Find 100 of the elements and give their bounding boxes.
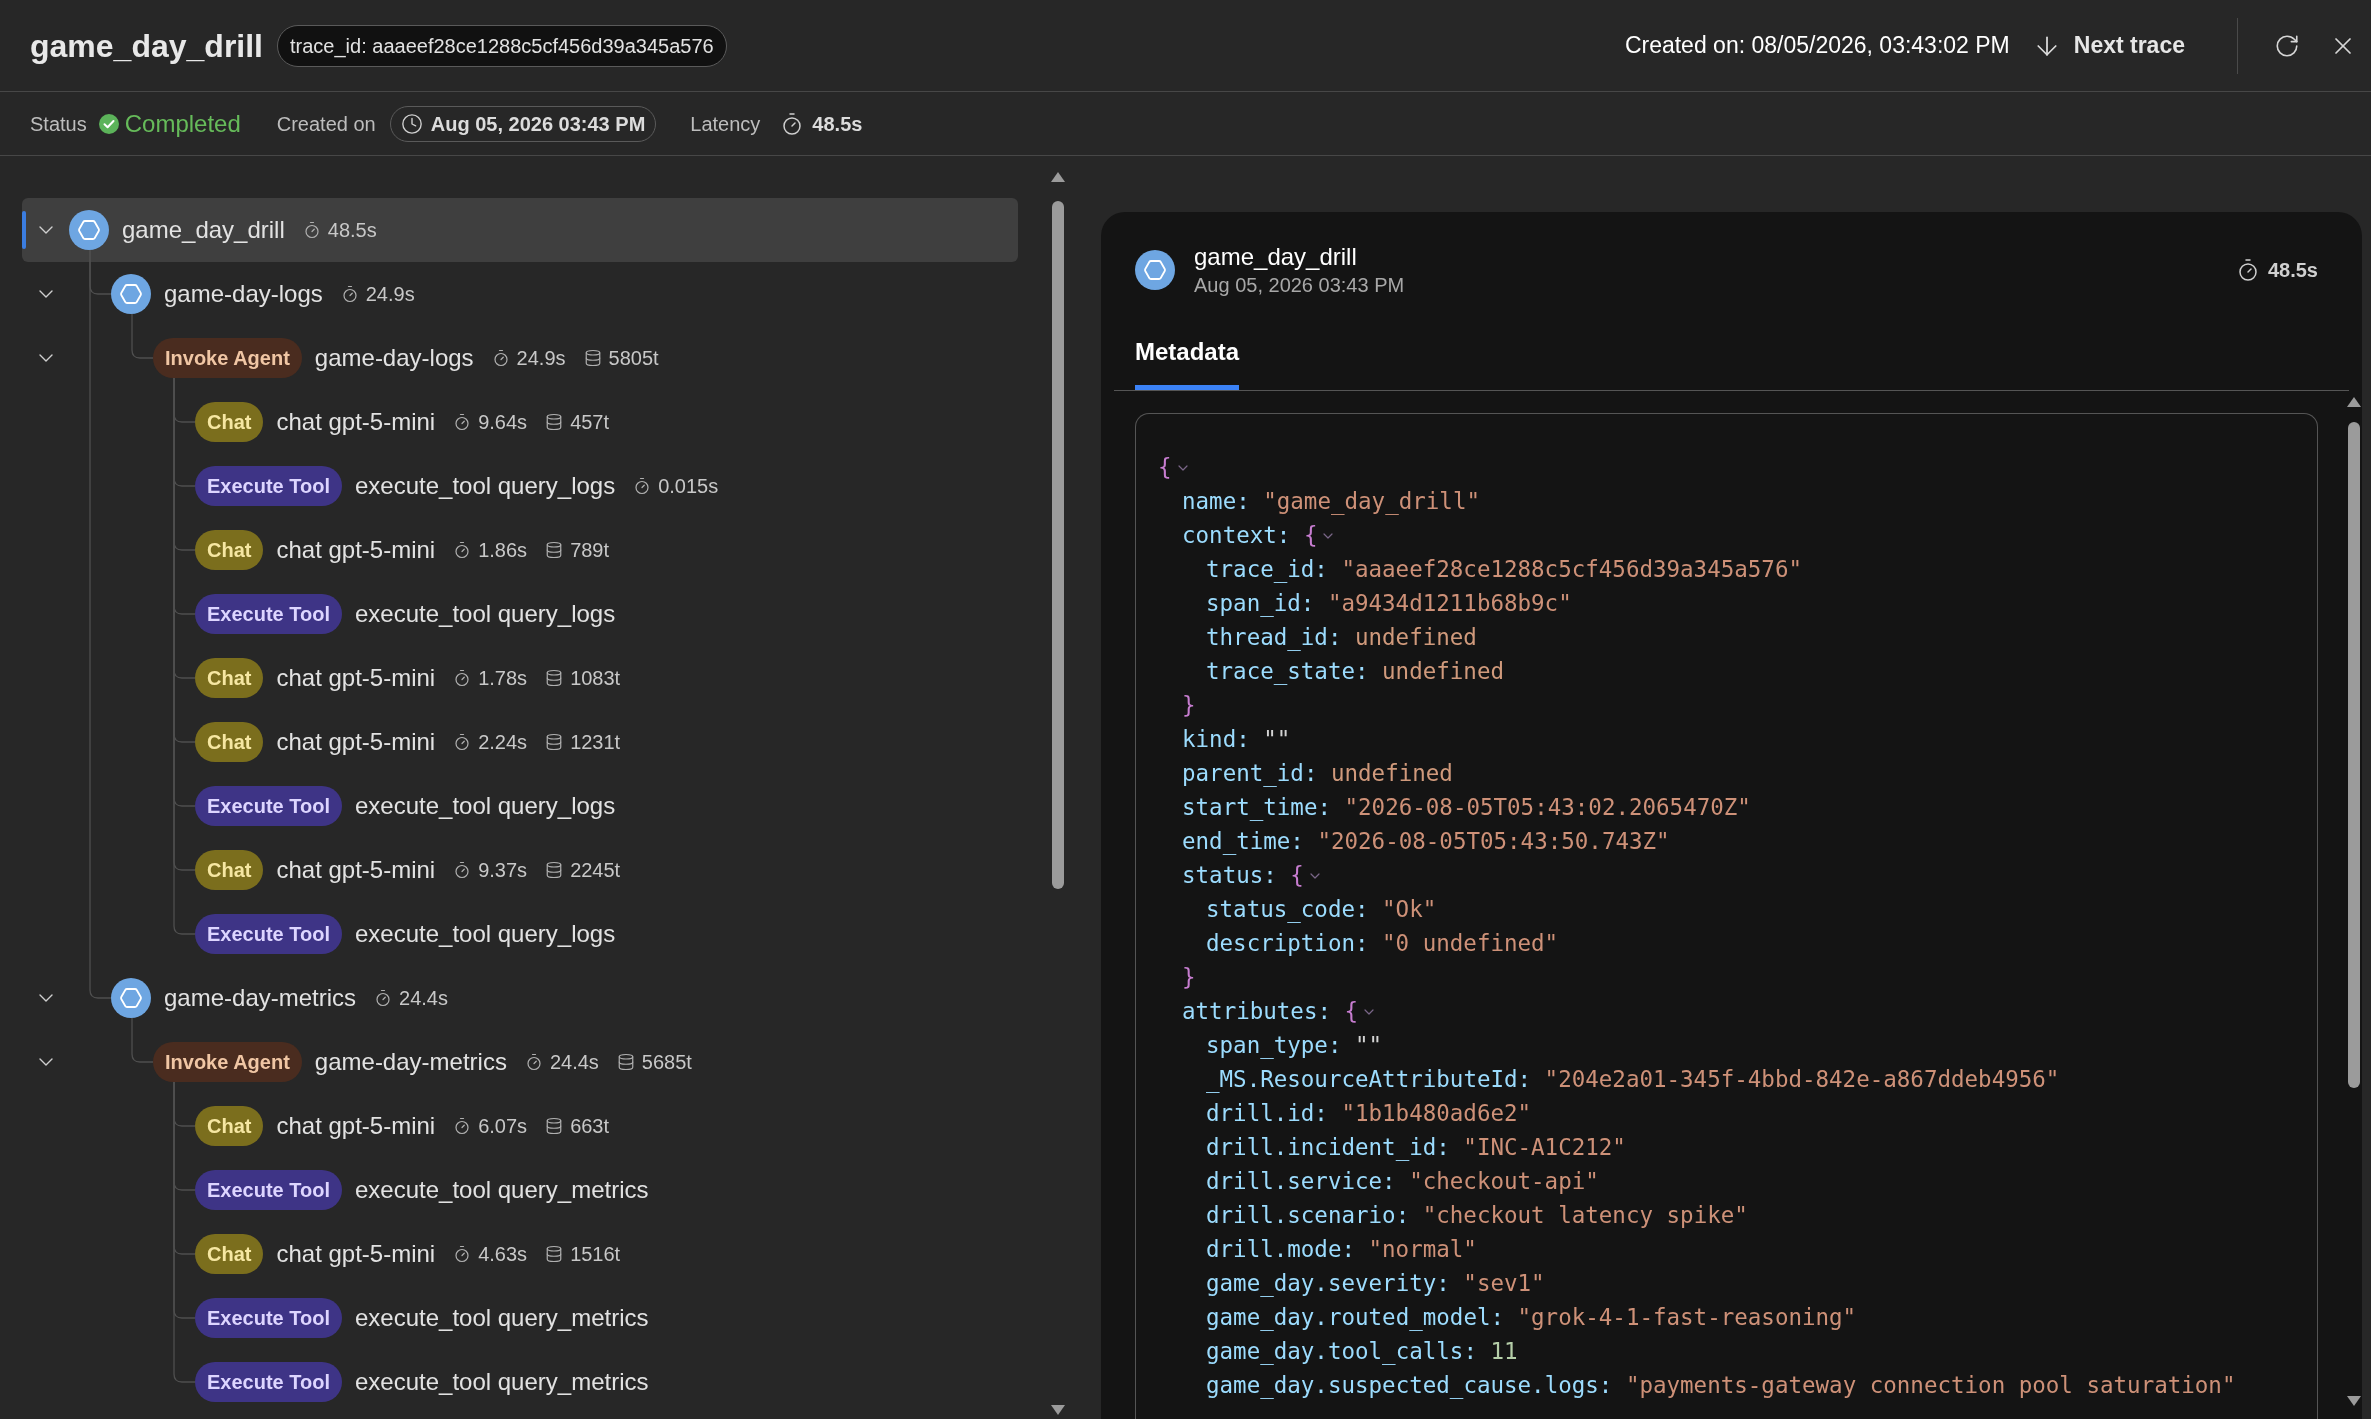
duration-text: 4.63s: [478, 1242, 528, 1267]
trace-tree-row[interactable]: Chat chat gpt-5-mini 6.07s 663t: [22, 1094, 1018, 1158]
token-count: 1083t: [570, 666, 621, 691]
token-count: 789t: [570, 538, 610, 563]
json-line: }: [1182, 963, 1196, 993]
trace-tree-row[interactable]: game_day_drill 48.5s: [22, 198, 1018, 262]
trace-tree-row[interactable]: game-day-metrics 24.4s: [22, 966, 1018, 1030]
tree-connector: [131, 313, 154, 359]
json-line: attributes: {: [1182, 997, 1359, 1027]
span-name: game-day-metrics: [164, 983, 357, 1013]
span-type-badge: Execute Tool: [195, 1170, 342, 1210]
trace-tree-row[interactable]: Chat chat gpt-5-mini 9.64s 457t: [22, 390, 1018, 454]
scrollbar-thumb[interactable]: [2348, 422, 2360, 1088]
stopwatch-icon: [524, 1053, 543, 1071]
json-line: drill.mode: "normal": [1206, 1235, 1477, 1265]
json-line: drill.service: "checkout-api": [1206, 1167, 1599, 1197]
span-duration: 48.5s: [2267, 258, 2318, 283]
scroll-down-icon[interactable]: [1051, 1405, 1065, 1415]
duration-text: 9.64s: [478, 410, 528, 435]
clock-icon: [400, 112, 423, 135]
stopwatch-icon: [453, 861, 472, 879]
duration-text: 2.24s: [478, 730, 528, 755]
scroll-up-icon[interactable]: [1051, 172, 1065, 182]
json-line: game_day.routed_model: "grok-4-1-fast-reasoning": [1206, 1303, 1857, 1333]
token-count: 2245t: [570, 858, 621, 883]
json-line: start_time: "2026-08-05T05:43:02.2065470Z": [1182, 793, 1751, 823]
json-line: game_day.suspected_cause.logs: "payments-gateway connection pool saturation": [1206, 1371, 2236, 1401]
trace-tree-row[interactable]: Chat chat gpt-5-mini 2.24s 1231t: [22, 710, 1018, 774]
span-type-badge: Execute Tool: [195, 1298, 342, 1338]
trace-tree-row[interactable]: Execute Tool execute_tool query_metrics: [22, 1158, 1018, 1222]
scroll-down-icon[interactable]: [2347, 1396, 2361, 1406]
json-line: drill.scenario: "checkout latency spike": [1206, 1201, 1748, 1231]
duration-text: 9.37s: [478, 858, 528, 883]
json-line: description: "0 undefined": [1206, 929, 1559, 959]
duration-text: 1.86s: [478, 538, 528, 563]
trace-id-chip: trace_id: aaaeef28ce1288c5cf456d39a345a576: [277, 24, 727, 67]
scroll-up-icon[interactable]: [2347, 397, 2361, 407]
span-name: execute_tool query_logs: [355, 471, 616, 501]
json-line: drill.incident_id: "INC-A1C212": [1206, 1133, 1626, 1163]
json-line: status: {: [1182, 861, 1304, 891]
selection-bar: [22, 211, 26, 249]
tree-connector: [131, 1017, 154, 1063]
span-type-badge: Chat: [195, 1234, 264, 1274]
json-line: game_day.severity: "sev1": [1206, 1269, 1545, 1299]
duration-text: 0.015s: [658, 474, 719, 499]
detail-tab[interactable]: Metadata: [1135, 330, 1240, 390]
trace-tree-row[interactable]: Execute Tool execute_tool query_logs 0.015s: [22, 454, 1018, 518]
span-type-badge: Execute Tool: [195, 466, 342, 506]
token-count: 5685t: [641, 1050, 692, 1075]
span-type-badge: Execute Tool: [195, 1362, 342, 1402]
trace-tree-row[interactable]: Execute Tool execute_tool query_logs: [22, 582, 1018, 646]
trace-tree-row[interactable]: Execute Tool execute_tool query_logs: [22, 902, 1018, 966]
token-count: 5805t: [608, 346, 659, 371]
duration-text: 24.9s: [516, 346, 566, 371]
trace-tree-row[interactable]: Execute Tool execute_tool query_metrics: [22, 1286, 1018, 1350]
span-name: chat gpt-5-mini: [276, 1239, 436, 1269]
trace-tree-row[interactable]: game-day-logs 24.9s: [22, 262, 1018, 326]
trace-tree-row[interactable]: Invoke Agent game-day-logs 24.9s 5805t: [22, 326, 1018, 390]
token-count: 663t: [570, 1114, 610, 1139]
duration-text: 6.07s: [478, 1114, 528, 1139]
database-icon: [616, 1053, 635, 1071]
trace-tree-row[interactable]: Chat chat gpt-5-mini 1.86s 789t: [22, 518, 1018, 582]
stopwatch-icon: [453, 541, 472, 559]
span-type-badge: Execute Tool: [195, 786, 342, 826]
next-trace-button[interactable]: Next trace: [2031, 28, 2185, 63]
trace-tree-row[interactable]: Execute Tool execute_tool query_logs: [22, 774, 1018, 838]
duration-text: 24.9s: [365, 282, 415, 307]
span-name: chat gpt-5-mini: [276, 727, 436, 757]
span-name: execute_tool query_metrics: [355, 1367, 649, 1397]
trace-tree-row[interactable]: Chat chat gpt-5-mini 4.63s 1516t: [22, 1222, 1018, 1286]
database-icon: [545, 1245, 564, 1263]
created-date: Aug 05, 2026 03:43 PM: [430, 111, 646, 137]
refresh-icon[interactable]: [2274, 32, 2300, 59]
trace-tree-row[interactable]: Chat chat gpt-5-mini 1.78s 1083t: [22, 646, 1018, 710]
trace-tree-row[interactable]: Chat chat gpt-5-mini 9.37s 2245t: [22, 838, 1018, 902]
span-name: chat gpt-5-mini: [276, 663, 436, 693]
duration-text: 24.4s: [549, 1050, 599, 1075]
database-icon: [545, 861, 564, 879]
database-icon: [545, 669, 564, 687]
span-name: game-day-logs: [164, 279, 323, 309]
stopwatch-icon: [340, 285, 359, 303]
latency-value: 48.5s: [812, 111, 863, 137]
status-label: Status: [30, 111, 87, 137]
status-text: Completed: [124, 108, 241, 139]
span-name: game-day-metrics: [314, 1047, 507, 1077]
trace-tree-row[interactable]: Execute Tool execute_tool query_metrics: [22, 1350, 1018, 1414]
duration-text: 48.5s: [327, 218, 377, 243]
json-line: thread_id: undefined: [1206, 623, 1477, 653]
database-icon: [583, 349, 602, 367]
database-icon: [545, 413, 564, 431]
json-line: span_type: "": [1206, 1031, 1383, 1061]
scrollbar-thumb[interactable]: [1052, 201, 1064, 889]
stopwatch-icon: [453, 1245, 472, 1263]
stopwatch-icon: [453, 733, 472, 751]
span-name: chat gpt-5-mini: [276, 1111, 436, 1141]
span-name: execute_tool query_logs: [355, 919, 616, 949]
token-count: 1231t: [570, 730, 621, 755]
stopwatch-icon: [302, 221, 321, 239]
trace-tree-row[interactable]: Invoke Agent game-day-metrics 24.4s 5685t: [22, 1030, 1018, 1094]
database-icon: [545, 541, 564, 559]
